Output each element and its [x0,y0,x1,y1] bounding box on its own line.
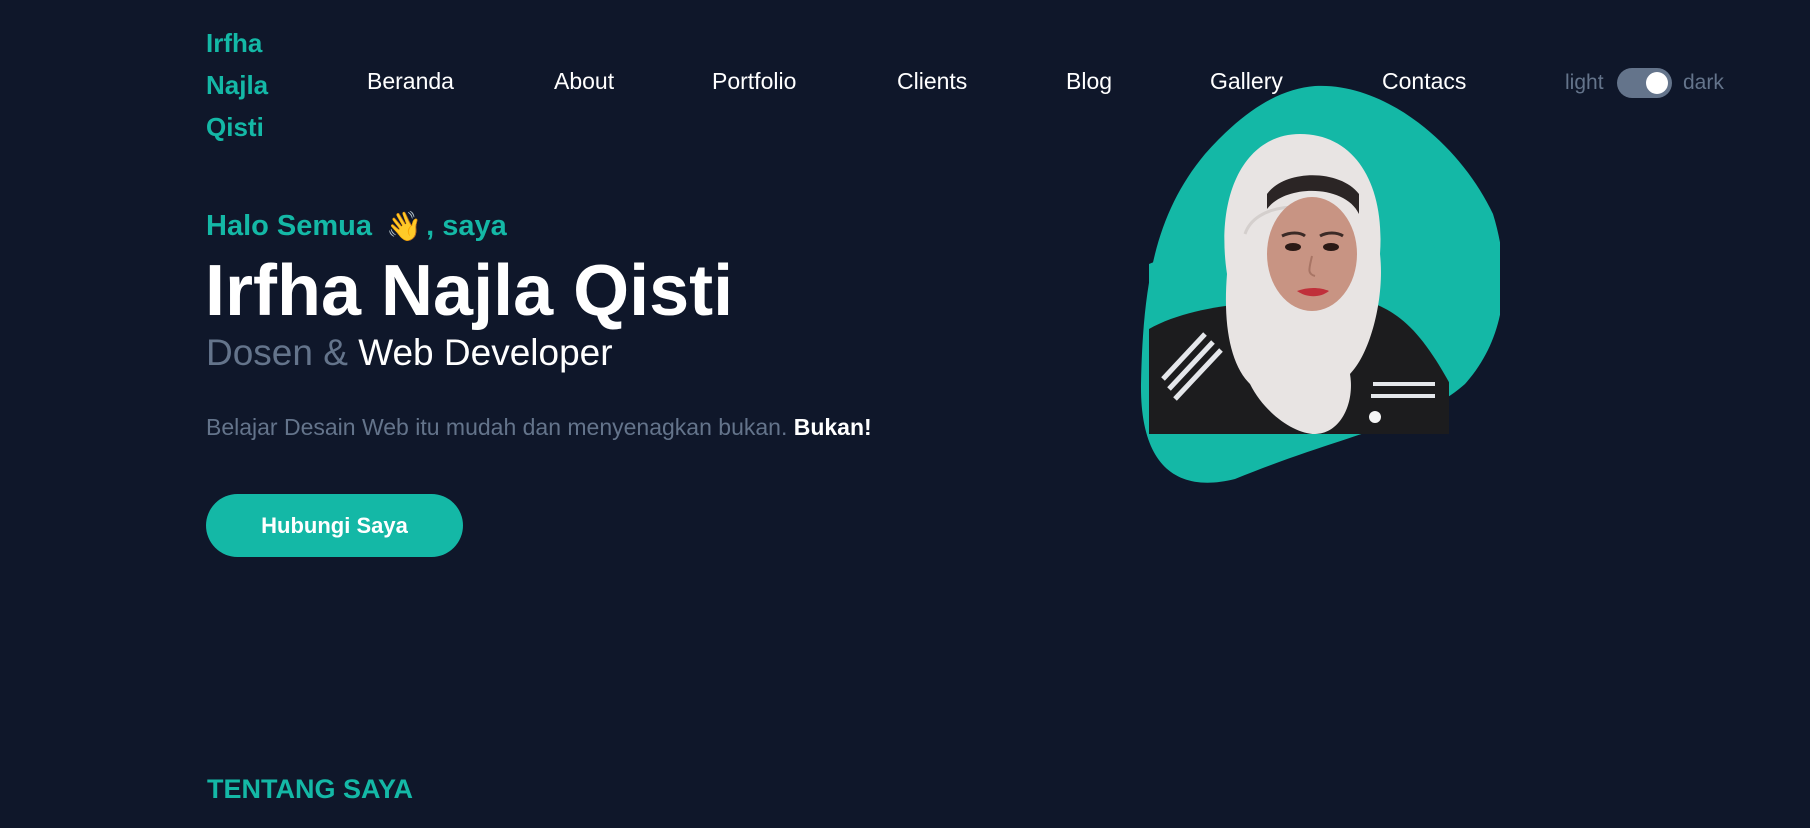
hero-name: Irfha Najla Qisti [205,251,734,331]
greeting-suffix: , saya [426,210,507,242]
hero-greeting: Halo Semua 👋, saya [206,210,507,244]
nav-item-portfolio[interactable]: Portfolio [712,68,796,95]
profile-photo [1140,85,1500,483]
nav-item-clients[interactable]: Clients [897,68,967,95]
contact-me-button[interactable]: Hubungi Saya [206,494,463,557]
theme-dark-label: dark [1683,71,1724,94]
main-nav: Beranda About Portfolio Clients Blog Gal… [0,62,1810,104]
waving-hand-icon: 👋 [386,211,423,244]
nav-item-about[interactable]: About [554,68,614,95]
hero-role: Dosen & Web Developer [206,332,613,374]
tagline-text: Belajar Desain Web itu mudah dan menyena… [206,414,788,440]
dark-mode-switch[interactable] [1617,68,1672,98]
theme-light-label: light [1565,71,1604,94]
switch-knob [1646,72,1668,94]
nav-item-blog[interactable]: Blog [1066,68,1112,95]
role-part-1: Dosen & [206,332,348,373]
role-part-2: Web Developer [358,332,613,373]
theme-toggle: light dark [1565,66,1725,100]
nav-item-beranda[interactable]: Beranda [367,68,454,95]
tagline-strong: Bukan! [793,414,872,440]
hero-tagline: Belajar Desain Web itu mudah dan menyena… [206,414,872,441]
greeting-text: Halo Semua [206,210,372,242]
page: Irfha Najla Qisti Beranda About Portfoli… [0,0,1810,828]
section-title-about: TENTANG SAYA [207,774,414,804]
